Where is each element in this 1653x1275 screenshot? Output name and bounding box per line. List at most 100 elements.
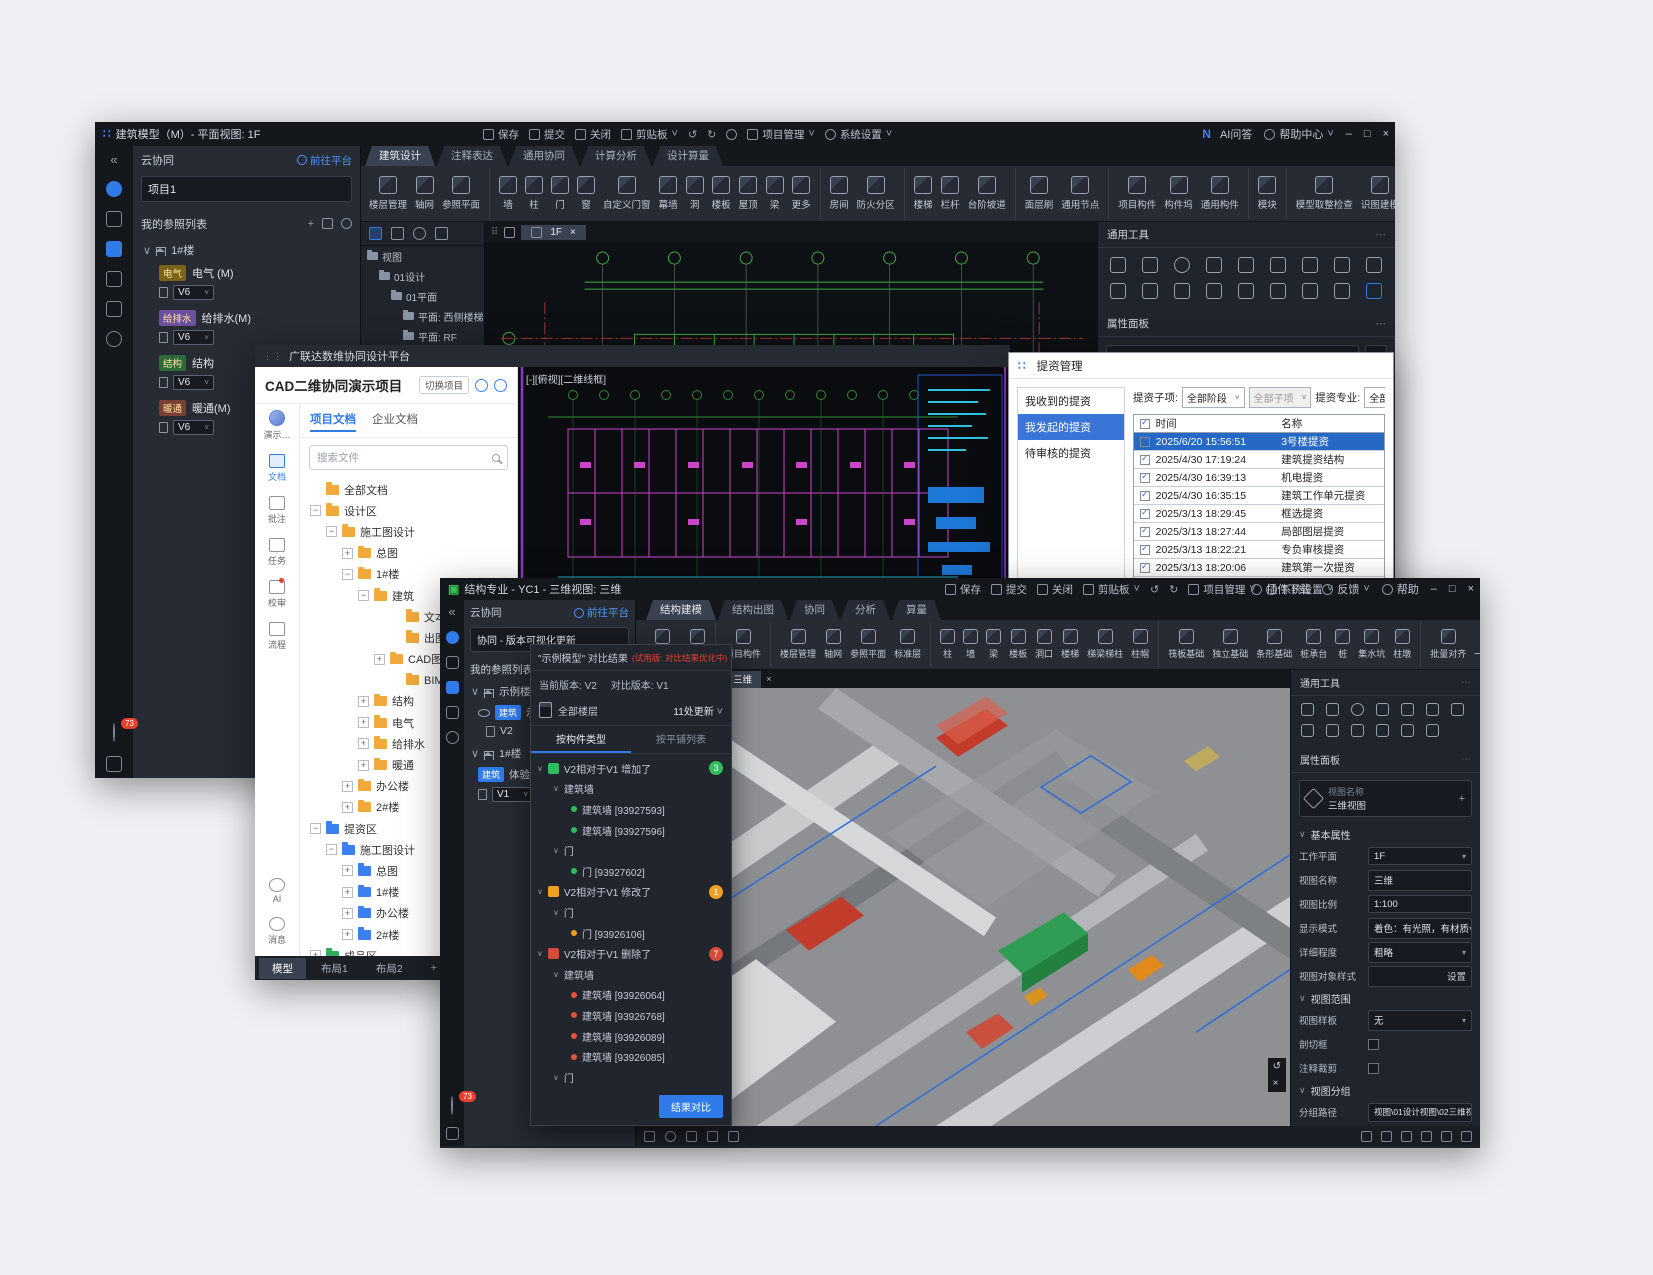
subitem-select[interactable]: 全部子项˅ (1249, 387, 1312, 408)
ribbon-button[interactable]: 参照平面 (438, 168, 484, 219)
clipboard-button[interactable]: 剪贴板˅ (621, 127, 678, 142)
move-tool-icon[interactable] (1110, 257, 1126, 273)
table-row[interactable]: 2025/3/13 18:22:21 专负审核提资 审核提资 (1134, 541, 1384, 559)
row-checkbox[interactable] (1140, 509, 1150, 519)
perspective-icon[interactable] (707, 1131, 718, 1142)
property-row[interactable]: ∨ 视图样板 无▾ (1291, 1008, 1480, 1032)
mirror-tool-icon[interactable] (1334, 257, 1350, 273)
view-tree-item[interactable]: 平面: 西侧楼梯… (361, 306, 484, 326)
reference-item[interactable]: 电气 电气 (M) V6˅ (133, 262, 360, 307)
expand-toggle-icon[interactable]: − (310, 823, 321, 834)
robot-assistant-icon[interactable] (451, 1096, 453, 1115)
ribbon-button[interactable]: 参照平面 (846, 622, 890, 667)
expand-arrow-icon[interactable]: ∨ (553, 970, 559, 979)
ribbon-button[interactable]: 轴网 (820, 622, 846, 667)
expand-toggle-icon[interactable]: − (326, 526, 337, 537)
property-row[interactable]: ∨ 视图比例 1:100▾ (1291, 892, 1480, 916)
goto-platform-link[interactable]: 前往平台 (297, 153, 352, 168)
compare-result-button[interactable]: 结果对比 (659, 1095, 723, 1118)
property-row[interactable]: ∨ 剖切框 ▾ (1291, 1032, 1480, 1056)
save-button[interactable]: 保存 (483, 127, 519, 142)
w1-titlebar[interactable]: ∷ 建筑模型（M）- 平面视图: 1F 保存 提交 关闭 剪贴板˅ ↺ ↻ 项目… (95, 122, 1395, 146)
compare-tree-item[interactable]: ∨ V2相对于V1 增加了 3 (533, 758, 729, 779)
minimize-button[interactable]: – (1431, 583, 1437, 595)
compare-tree-item[interactable]: ∨ V2相对于V1 修改了 1 (533, 882, 729, 903)
filter-icon[interactable] (391, 227, 404, 240)
expand-toggle-icon[interactable]: + (342, 781, 353, 792)
match-tool-icon[interactable] (1366, 283, 1382, 299)
row-checkbox[interactable] (1140, 455, 1150, 465)
redo-icon[interactable]: ↻ (1169, 583, 1178, 596)
pan-icon[interactable] (665, 1131, 676, 1142)
close-button[interactable]: × (1383, 128, 1389, 140)
expand-toggle-icon[interactable]: + (374, 654, 385, 665)
file-tree-item[interactable]: − 施工图设计 (304, 521, 513, 542)
ribbon-button[interactable]: 独立基础 (1208, 622, 1252, 667)
ribbon-button[interactable]: 屋顶 (735, 168, 762, 219)
collab-status-icon[interactable] (1461, 1131, 1472, 1142)
expand-toggle-icon[interactable]: − (358, 590, 369, 601)
property-row[interactable]: ∨ 视图范围 ▾ (1291, 988, 1480, 1008)
expand-toggle-icon[interactable]: + (358, 738, 369, 749)
ribbon-tab[interactable]: 建筑设计 (365, 146, 435, 166)
compare-tab[interactable]: 按构件类型 (531, 726, 631, 753)
ai-qa-button[interactable]: NAI问答 (1202, 126, 1252, 142)
align-tool-icon[interactable] (1426, 703, 1439, 716)
trim-tool-icon[interactable] (1206, 257, 1222, 273)
version-select[interactable]: V6˅ (173, 375, 214, 390)
table-row[interactable]: 2025/4/30 16:35:15 建筑工作单元提资 审核提资 (1134, 487, 1384, 505)
array-tool-icon[interactable] (1142, 283, 1158, 299)
globe-icon[interactable] (475, 379, 488, 392)
compare-tree-item[interactable]: ∨ 门 [93927602] (533, 861, 729, 882)
folder-icon[interactable] (106, 271, 122, 287)
expand-arrow-icon[interactable]: ∨ (537, 764, 543, 773)
table-row[interactable]: 2025/6/20 15:56:51 3号楼提资 一键提资 (1134, 433, 1384, 451)
delete-tool-icon[interactable] (1401, 724, 1414, 737)
ribbon-button[interactable]: 楼层管理 (770, 622, 820, 667)
ribbon-button[interactable]: 自定义门窗 (599, 168, 655, 219)
ribbon-button[interactable]: 标准层 (890, 622, 925, 667)
compare-tab[interactable]: 按平铺列表 (631, 726, 731, 753)
stretch-tool-icon[interactable] (1366, 257, 1382, 273)
property-row[interactable]: ∨ 显示模式 着色：有光照，有材质▾ (1291, 916, 1480, 940)
rotate-tool-icon[interactable] (1351, 703, 1364, 716)
refresh-icon[interactable] (494, 379, 507, 392)
reset-view-icon[interactable]: ↺ (1268, 1058, 1286, 1075)
save-button[interactable]: 保存 (945, 582, 981, 597)
question-icon[interactable] (446, 731, 459, 744)
property-row[interactable]: ∨ 注释裁剪 ▾ (1291, 1056, 1480, 1080)
stage-select[interactable]: 全部阶段˅ (1182, 387, 1245, 408)
ribbon-button[interactable]: 柱墩 (1389, 622, 1415, 667)
extend-tool-icon[interactable] (1401, 703, 1414, 716)
ribbon-button[interactable]: 楼层管理 (365, 168, 411, 219)
view-tree-item[interactable]: 01平面 (361, 286, 484, 306)
ribbon-button[interactable]: 模块 (1248, 168, 1281, 219)
redo-icon[interactable]: ↻ (707, 128, 716, 141)
question-icon[interactable] (106, 331, 122, 347)
row-checkbox[interactable] (1140, 527, 1150, 537)
rail-item[interactable]: 任务 (268, 538, 286, 567)
clipboard-button[interactable]: 剪贴板˅ (1083, 582, 1140, 597)
undo-icon[interactable]: ↺ (1150, 583, 1159, 596)
panel-layout-icon[interactable] (369, 227, 382, 240)
table-row[interactable]: 2025/3/13 18:20:06 建筑第一次提资 一键提资 (1134, 559, 1384, 577)
maximize-button[interactable]: □ (1449, 583, 1456, 595)
compare-tree-item[interactable]: ∨ 建筑墙 [93927596] (533, 820, 729, 841)
expand-arrow-icon[interactable]: ∨ (537, 949, 543, 958)
model-cube-icon[interactable] (446, 656, 459, 669)
w2-titlebar[interactable]: ⋮⋮ 广联达数维协同设计平台 (255, 345, 1010, 367)
table-row[interactable]: 2025/4/30 16:39:13 机电提资 一键提资 (1134, 469, 1384, 487)
measure-tool-icon[interactable] (1334, 283, 1350, 299)
expand-toggle-icon[interactable]: − (342, 569, 353, 580)
close-doc-button[interactable]: 关闭 (575, 127, 611, 142)
door-tool-icon[interactable] (1206, 283, 1222, 299)
ribbon-button[interactable]: 构件坞 (1160, 168, 1197, 219)
select-all-checkbox[interactable] (1140, 419, 1150, 429)
ribbon-button[interactable]: 一键处理 (1470, 622, 1480, 667)
ribbon-tab[interactable]: 注释表达 (437, 146, 507, 166)
ribbon-tab[interactable]: 设计算量 (653, 146, 723, 166)
ribbon-button[interactable]: 房间 (820, 168, 853, 219)
file-tree-item[interactable]: + 总图 (304, 543, 513, 564)
ribbon-button[interactable]: 通用构件 (1197, 168, 1243, 219)
project-name-field[interactable]: 项目1 (141, 176, 352, 202)
